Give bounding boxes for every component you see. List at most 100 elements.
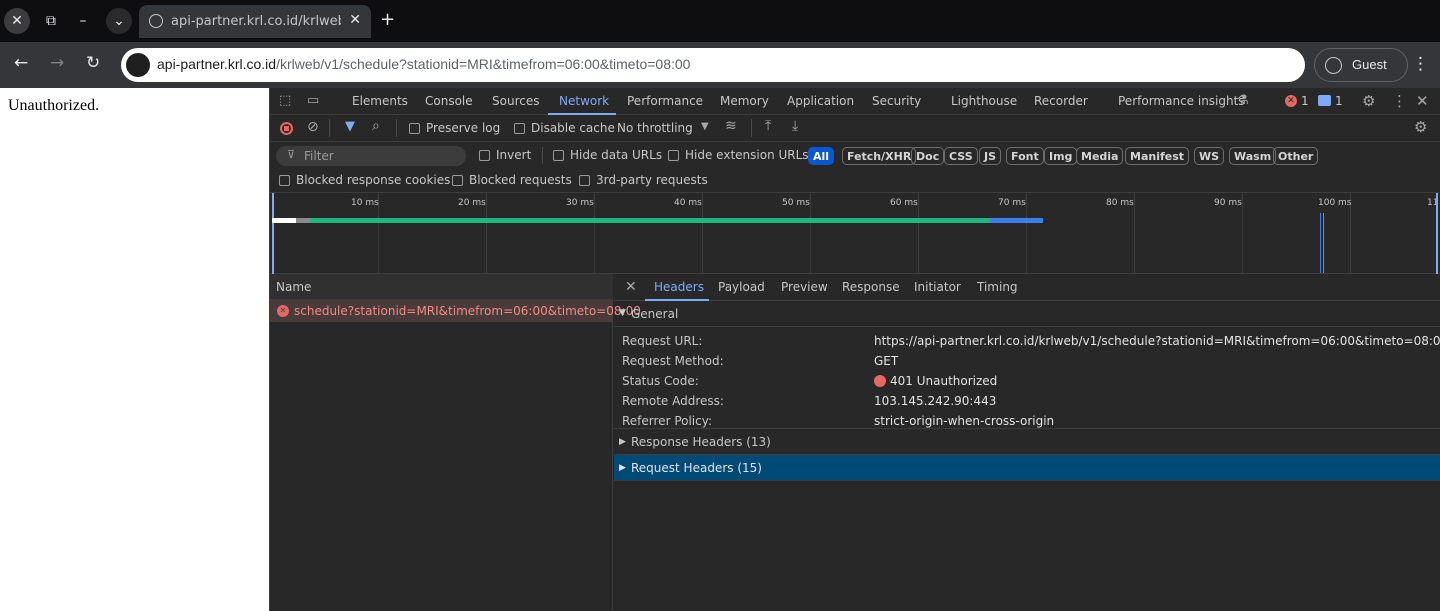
request-method-value: GET bbox=[874, 354, 899, 368]
clear-icon[interactable]: ⊘ bbox=[307, 119, 319, 135]
blocked-requests-label: Blocked requests bbox=[469, 173, 572, 187]
chevron-down-icon[interactable]: ▼ bbox=[701, 121, 709, 132]
type-filter-other[interactable]: Other bbox=[1273, 147, 1319, 165]
request-headers-title: Request Headers (15) bbox=[631, 461, 762, 475]
url-path: /krlweb/v1/schedule?stationid=MRI&timefr… bbox=[276, 56, 691, 72]
globe-icon bbox=[149, 14, 163, 28]
type-filter-manifest[interactable]: Manifest bbox=[1125, 147, 1190, 165]
name-column-header[interactable]: Name bbox=[276, 280, 311, 294]
network-settings-icon[interactable]: ⚙ bbox=[1414, 118, 1427, 136]
type-filter-media[interactable]: Media bbox=[1076, 147, 1124, 165]
blocked-response-cookies-checkbox[interactable] bbox=[279, 175, 290, 186]
timeline-range-handle-left[interactable] bbox=[272, 193, 274, 274]
settings-gear-icon[interactable]: ⚙ bbox=[1362, 92, 1375, 110]
type-filter-font[interactable]: Font bbox=[1006, 147, 1044, 165]
network-overview-timeline[interactable]: 10 ms 20 ms 30 ms 40 ms 50 ms 60 ms 70 m… bbox=[270, 193, 1440, 274]
reload-icon[interactable]: ↻ bbox=[86, 53, 100, 73]
forward-icon[interactable]: → bbox=[50, 53, 64, 73]
tab-console[interactable]: Console bbox=[425, 94, 473, 108]
response-headers-title: Response Headers (13) bbox=[631, 435, 771, 449]
tab-headers[interactable]: Headers bbox=[654, 280, 704, 294]
tab-network[interactable]: Network bbox=[559, 94, 609, 108]
throttling-select[interactable]: No throttling bbox=[617, 121, 693, 135]
hide-data-urls-checkbox[interactable] bbox=[553, 150, 564, 161]
back-icon[interactable]: ← bbox=[14, 53, 28, 73]
timeline-range-handle-right[interactable] bbox=[1436, 193, 1438, 274]
tab-lighthouse[interactable]: Lighthouse bbox=[951, 94, 1017, 108]
type-filter-js[interactable]: JS bbox=[979, 147, 1002, 165]
timeline-tick: 100 ms bbox=[1318, 198, 1352, 208]
response-headers-section-header[interactable]: ▶ Response Headers (13) bbox=[614, 428, 1440, 455]
preserve-log-label: Preserve log bbox=[426, 121, 501, 135]
tab-search-chevron-icon[interactable]: ⌄ bbox=[106, 8, 132, 34]
new-tab-icon[interactable]: + bbox=[380, 9, 395, 30]
filter-input[interactable]: ⊽ Filter bbox=[276, 146, 466, 166]
type-filter-all[interactable]: All bbox=[808, 147, 835, 165]
site-info-icon[interactable] bbox=[126, 53, 150, 77]
request-details: ✕ Headers Payload Preview Response Initi… bbox=[614, 274, 1440, 611]
request-url-value: https://api-partner.krl.co.id/krlweb/v1/… bbox=[874, 334, 1440, 348]
blocked-filters-row: Blocked response cookies Blocked request… bbox=[270, 169, 1440, 193]
tab-recorder[interactable]: Recorder bbox=[1034, 94, 1088, 108]
error-count[interactable]: 1 bbox=[1301, 94, 1309, 108]
tab-title: api-partner.krl.co.id/krlweb/ bbox=[171, 14, 341, 29]
network-toolbar: ⊘ ▼ ⌕ Preserve log Disable cache No thro… bbox=[270, 115, 1440, 142]
type-filter-img[interactable]: Img bbox=[1044, 147, 1078, 165]
address-bar[interactable]: api-partner.krl.co.id/krlweb/v1/schedule… bbox=[121, 48, 1305, 82]
tab-strip: ✕ ⧉ – ⌄ api-partner.krl.co.id/krlweb/ ✕ … bbox=[0, 0, 1440, 42]
tab-memory[interactable]: Memory bbox=[720, 94, 769, 108]
tab-response[interactable]: Response bbox=[842, 280, 900, 294]
tab-payload[interactable]: Payload bbox=[718, 280, 765, 294]
inspect-element-icon[interactable]: ⬚ bbox=[279, 93, 291, 108]
type-filter-ws[interactable]: WS bbox=[1194, 147, 1225, 165]
type-filter-doc[interactable]: Doc bbox=[911, 147, 945, 165]
type-filter-wasm[interactable]: Wasm bbox=[1229, 147, 1277, 165]
tab-elements[interactable]: Elements bbox=[352, 94, 408, 108]
tab-application[interactable]: Application bbox=[787, 94, 854, 108]
close-devtools-icon[interactable]: ✕ bbox=[1416, 92, 1429, 110]
requests-list-header[interactable]: Name bbox=[270, 274, 613, 300]
type-filter-fetch-xhr[interactable]: Fetch/XHR bbox=[842, 147, 917, 165]
message-count[interactable]: 1 bbox=[1335, 94, 1343, 108]
request-headers-section-header[interactable]: ▶ Request Headers (15) bbox=[614, 455, 1440, 481]
upload-icon[interactable]: ⤒ bbox=[765, 118, 771, 134]
tab-sources[interactable]: Sources bbox=[492, 94, 539, 108]
invert-checkbox[interactable] bbox=[479, 150, 490, 161]
timeline-tick: 90 ms bbox=[1214, 198, 1242, 208]
network-conditions-icon[interactable]: ≋ bbox=[725, 118, 737, 134]
message-icon[interactable] bbox=[1318, 95, 1331, 106]
disable-cache-checkbox[interactable] bbox=[514, 123, 525, 134]
chrome-menu-icon[interactable]: ⋮ bbox=[1412, 54, 1429, 74]
download-icon[interactable]: ⤓ bbox=[792, 118, 798, 134]
preserve-log-checkbox[interactable] bbox=[409, 123, 420, 134]
tab-performance[interactable]: Performance bbox=[627, 94, 703, 108]
page-message: Unauthorized. bbox=[8, 97, 100, 114]
more-options-icon[interactable]: ⋮ bbox=[1392, 92, 1407, 110]
tab-performance-insights[interactable]: Performance insights bbox=[1118, 94, 1245, 108]
tab-timing[interactable]: Timing bbox=[977, 280, 1018, 294]
close-tab-icon[interactable]: ✕ bbox=[349, 12, 361, 28]
type-filter-css[interactable]: CSS bbox=[944, 147, 978, 165]
third-party-checkbox[interactable] bbox=[579, 175, 590, 186]
detail-tabbar: ✕ Headers Payload Preview Response Initi… bbox=[614, 274, 1440, 301]
blocked-requests-checkbox[interactable] bbox=[452, 175, 463, 186]
close-window-icon[interactable]: ✕ bbox=[4, 8, 30, 34]
hide-extension-urls-checkbox[interactable] bbox=[668, 150, 679, 161]
error-icon[interactable]: ✕ bbox=[1285, 95, 1297, 107]
search-icon[interactable]: ⌕ bbox=[372, 118, 380, 134]
profile-button[interactable]: Guest bbox=[1314, 48, 1408, 82]
filter-funnel-icon[interactable]: ▼ bbox=[345, 119, 355, 134]
general-section-header[interactable]: ▼ General bbox=[614, 301, 1440, 327]
record-stop-icon[interactable] bbox=[280, 122, 293, 135]
tab-preview[interactable]: Preview bbox=[781, 280, 828, 294]
device-toolbar-icon[interactable]: ▭ bbox=[307, 93, 319, 108]
timeline-bar-waiting bbox=[310, 218, 990, 223]
close-details-icon[interactable]: ✕ bbox=[625, 279, 637, 295]
browser-tab[interactable]: api-partner.krl.co.id/krlweb/ ✕ bbox=[139, 5, 371, 38]
tab-security[interactable]: Security bbox=[872, 94, 921, 108]
tab-initiator[interactable]: Initiator bbox=[914, 280, 961, 294]
minimize-window-icon[interactable]: – bbox=[70, 8, 96, 34]
table-row[interactable]: ✕ schedule?stationid=MRI&timefrom=06:00&… bbox=[270, 300, 641, 322]
timeline-tick: 50 ms bbox=[782, 198, 810, 208]
restore-window-icon[interactable]: ⧉ bbox=[38, 8, 64, 34]
